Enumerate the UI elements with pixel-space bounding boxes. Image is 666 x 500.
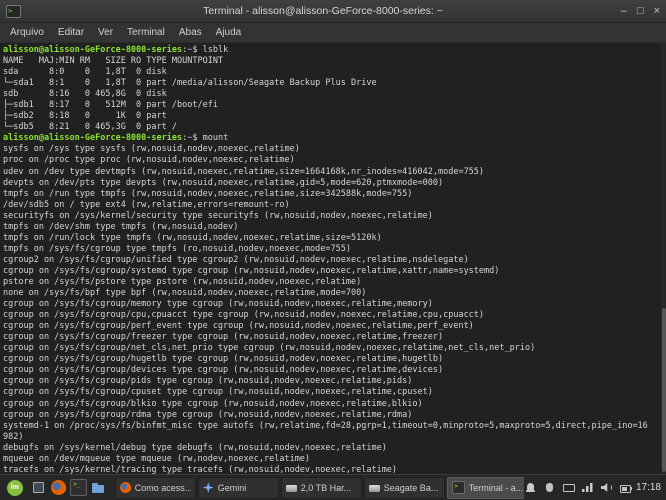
volume-icon[interactable] [600,481,613,494]
terminal-output-line: cgroup on /sys/fs/cgroup/devices type cg… [3,365,666,376]
terminal-output-line: udev on /dev type devtmpfs (rw,nosuid,no… [3,167,666,178]
files-launcher[interactable] [89,477,109,499]
terminal-app-launcher[interactable] [69,477,89,499]
taskbar-window-button[interactable]: Terminal - a... [447,477,524,499]
firefox-icon [51,480,66,495]
maximize-button[interactable]: □ [637,0,644,22]
scrollbar-handle[interactable] [662,308,666,472]
taskbar-window-button[interactable]: Como acess... [115,477,196,499]
shield-icon[interactable] [543,481,556,494]
window-button-label: Gemini [218,483,247,493]
clock[interactable]: 17:18 [636,482,661,493]
terminal-output-line: tracefs on /sys/kernel/tracing type trac… [3,465,666,474]
terminal-output-line: proc on /proc type proc (rw,nosuid,nodev… [3,155,666,166]
window-button-label: 2,0 TB Har... [301,483,351,493]
terminal-output-line: ├─sdb1 8:17 0 512M 0 part /boot/efi [3,100,666,111]
firefox-launcher[interactable] [49,477,69,499]
battery-icon[interactable] [619,481,632,494]
terminal-output-line: └─sda1 8:1 0 1,8T 0 part /media/alisson/… [3,78,666,89]
taskbar-window-button[interactable]: Gemini [198,477,279,499]
terminal-output-line: cgroup on /sys/fs/cgroup/memory type cgr… [3,299,666,310]
terminal-prompt-line: alisson@alisson-GeForce-8000-series:~$ l… [3,45,666,56]
terminal-window-icon [6,5,21,18]
taskbar-window-button[interactable]: Seagate Ba... [364,477,445,499]
terminal-win-icon [452,481,465,494]
terminal-output-line: tmpfs on /dev/shm type tmpfs (rw,nosuid,… [3,222,666,233]
show-desktop-launcher[interactable] [29,477,49,499]
terminal-output-line: pstore on /sys/fs/pstore type pstore (rw… [3,277,666,288]
terminal-prompt-line: alisson@alisson-GeForce-8000-series:~$ m… [3,133,666,144]
terminal-output-line: cgroup on /sys/fs/cgroup/pids type cgrou… [3,376,666,387]
menu-terminal[interactable]: Terminal [120,25,172,40]
terminal-output-line: cgroup on /sys/fs/cgroup/cpu,cpuacct typ… [3,310,666,321]
terminal-output-line: cgroup on /sys/fs/cgroup/perf_event type… [3,321,666,332]
terminal-output-line: securityfs on /sys/kernel/security type … [3,211,666,222]
terminal-output-line: systemd-1 on /proc/sys/fs/binfmt_misc ty… [3,421,666,432]
terminal-output-line: /dev/sdb5 on / type ext4 (rw,relatime,er… [3,200,666,211]
terminal-output-line: tmpfs on /run type tmpfs (rw,nosuid,node… [3,189,666,200]
files-icon [91,480,106,495]
terminal-output-line: devpts on /dev/pts type devpts (rw,nosui… [3,178,666,189]
window-button-label: Como acess... [135,483,191,493]
terminal-output-line: NAME MAJ:MIN RM SIZE RO TYPE MOUNTPOINT [3,56,666,67]
bell-icon[interactable] [524,481,537,494]
terminal-output-line: cgroup on /sys/fs/cgroup/hugetlb type cg… [3,354,666,365]
mint-logo-icon [7,480,23,496]
terminal[interactable]: alisson@alisson-GeForce-8000-series:~$ l… [0,43,666,474]
terminal-output-line: cgroup on /sys/fs/cgroup/rdma type cgrou… [3,410,666,421]
terminal-output-line: sysfs on /sys type sysfs (rw,nosuid,node… [3,144,666,155]
drive-icon [286,485,297,492]
minimize-button[interactable]: – [621,0,627,22]
menu-arquivo[interactable]: Arquivo [3,25,51,40]
terminal-output-line: sdb 8:16 0 465,8G 0 disk [3,89,666,100]
window-title: Terminal - alisson@alisson-GeForce-8000-… [50,0,596,22]
terminal-output-line: cgroup on /sys/fs/cgroup/net_cls,net_pri… [3,343,666,354]
desktop-screen: Terminal - alisson@alisson-GeForce-8000-… [0,0,666,500]
terminal-output-line: tmpfs on /sys/fs/cgroup type tmpfs (ro,n… [3,244,666,255]
terminal-app-icon [70,479,87,496]
taskbar-panel: Como acess... Gemini 2,0 TB Har... Seagate … [0,474,666,500]
terminal-scrollbar[interactable] [661,43,666,474]
menu-abas[interactable]: Abas [172,25,209,40]
mint-menu-button[interactable] [3,476,27,499]
terminal-output-line: mqueue on /dev/mqueue type mqueue (rw,no… [3,454,666,465]
terminal-output-line: ├─sdb2 8:18 0 1K 0 part [3,111,666,122]
launcher-area [29,477,109,499]
terminal-output-line: none on /sys/fs/bpf type bpf (rw,nosuid,… [3,288,666,299]
window-controls: – □ × [621,0,660,22]
terminal-output-line: cgroup2 on /sys/fs/cgroup/unified type c… [3,255,666,266]
gemini-icon [203,482,214,493]
terminal-output-line: sda 8:0 0 1,8T 0 disk [3,67,666,78]
window-button-label: Terminal - a... [469,483,523,493]
system-tray [524,481,632,494]
terminal-output-line: debugfs on /sys/kernel/debug type debugf… [3,443,666,454]
taskbar-window-button[interactable]: 2,0 TB Har... [281,477,362,499]
terminal-output-line: cgroup on /sys/fs/cgroup/cpuset type cgr… [3,387,666,398]
terminal-output-line: tmpfs on /run/lock type tmpfs (rw,nosuid… [3,233,666,244]
menu-ajuda[interactable]: Ajuda [209,25,249,40]
terminal-output-line: cgroup on /sys/fs/cgroup/systemd type cg… [3,266,666,277]
terminal-output: alisson@alisson-GeForce-8000-series:~$ l… [3,45,666,474]
terminal-output-line: 982) [3,432,666,443]
terminal-output-line: └─sdb5 8:21 0 465,3G 0 part / [3,122,666,133]
terminal-output-line: cgroup on /sys/fs/cgroup/freezer type cg… [3,332,666,343]
network-icon[interactable] [581,481,594,494]
close-button[interactable]: × [654,0,660,22]
menubar: ArquivoEditarVerTerminalAbasAjuda [0,23,666,43]
keyboard-icon[interactable] [562,481,575,494]
window-button-label: Seagate Ba... [384,483,439,493]
menu-editar[interactable]: Editar [51,25,91,40]
show-desktop-icon [31,480,46,495]
drive-icon [369,485,380,492]
titlebar[interactable]: Terminal - alisson@alisson-GeForce-8000-… [0,0,666,23]
terminal-output-line: cgroup on /sys/fs/cgroup/blkio type cgro… [3,399,666,410]
window-list: Como acess... Gemini 2,0 TB Har... Seagate … [115,477,524,499]
menu-ver[interactable]: Ver [91,25,120,40]
browser-icon [120,482,131,493]
